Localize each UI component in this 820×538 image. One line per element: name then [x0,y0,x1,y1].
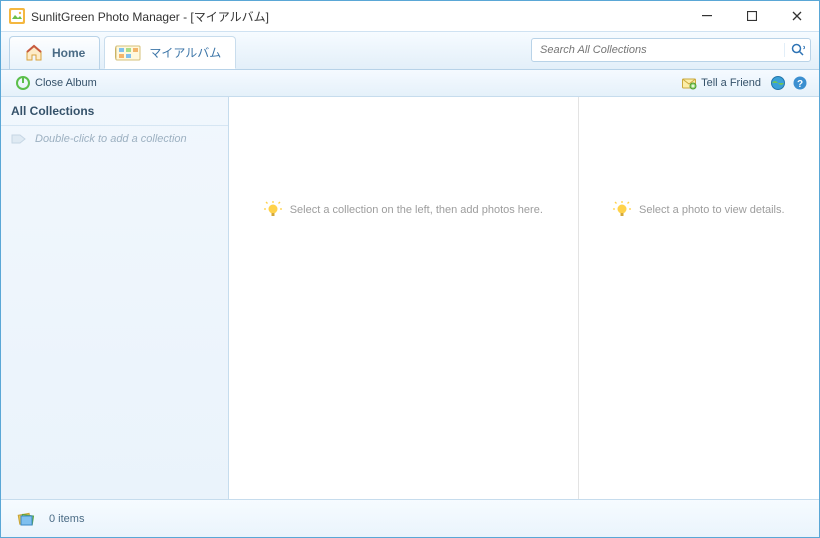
search-input[interactable] [532,44,784,56]
right-empty-text: Select a photo to view details. [639,204,785,216]
tag-icon [11,132,29,146]
titlebar: SunlitGreen Photo Manager - [マイアルバム] [1,1,819,31]
tab-home-label: Home [52,46,85,60]
power-icon [15,75,31,91]
mail-icon [681,75,697,91]
album-icon [115,43,141,63]
center-empty-text: Select a collection on the left, then ad… [290,204,543,216]
close-album-button[interactable]: Close Album [9,73,103,93]
app-icon [9,8,25,24]
window-title: SunlitGreen Photo Manager - [マイアルバム] [31,8,684,25]
close-button[interactable] [774,1,819,31]
toolbar: Close Album Tell a Friend ? [1,70,819,97]
search-box[interactable] [531,38,811,62]
web-button[interactable] [767,73,789,93]
search-go-button[interactable] [784,43,810,57]
window-controls [684,1,819,31]
details-pane: Select a photo to view details. [579,97,819,499]
home-icon [24,43,44,63]
sidebar-add-collection-hint[interactable]: Double-click to add a collection [1,126,228,152]
tab-album[interactable]: マイアルバム [104,36,236,69]
center-empty-hint: Select a collection on the left, then ad… [229,201,578,219]
tell-friend-label: Tell a Friend [701,77,761,89]
status-item-count: 0 items [49,513,84,525]
statusbar: 0 items [1,500,819,537]
photos-icon [15,508,37,530]
svg-text:?: ? [797,79,803,90]
right-empty-hint: Select a photo to view details. [579,201,819,219]
minimize-button[interactable] [684,1,729,31]
help-button[interactable]: ? [789,73,811,93]
tell-friend-button[interactable]: Tell a Friend [675,73,767,93]
globe-icon [770,75,786,91]
tabbar: Home マイアルバム [1,31,819,70]
maximize-button[interactable] [729,1,774,31]
tab-home[interactable]: Home [9,36,100,69]
sidebar-hint-text: Double-click to add a collection [35,133,187,145]
help-icon: ? [792,75,808,91]
search-icon [791,43,805,57]
lightbulb-icon [613,201,631,219]
tab-album-label: マイアルバム [149,44,221,61]
close-album-label: Close Album [35,77,97,89]
sidebar: All Collections Double-click to add a co… [1,97,229,499]
photo-grid-pane: Select a collection on the left, then ad… [229,97,579,499]
lightbulb-icon [264,201,282,219]
main-content: All Collections Double-click to add a co… [1,97,819,500]
sidebar-header: All Collections [1,97,228,126]
